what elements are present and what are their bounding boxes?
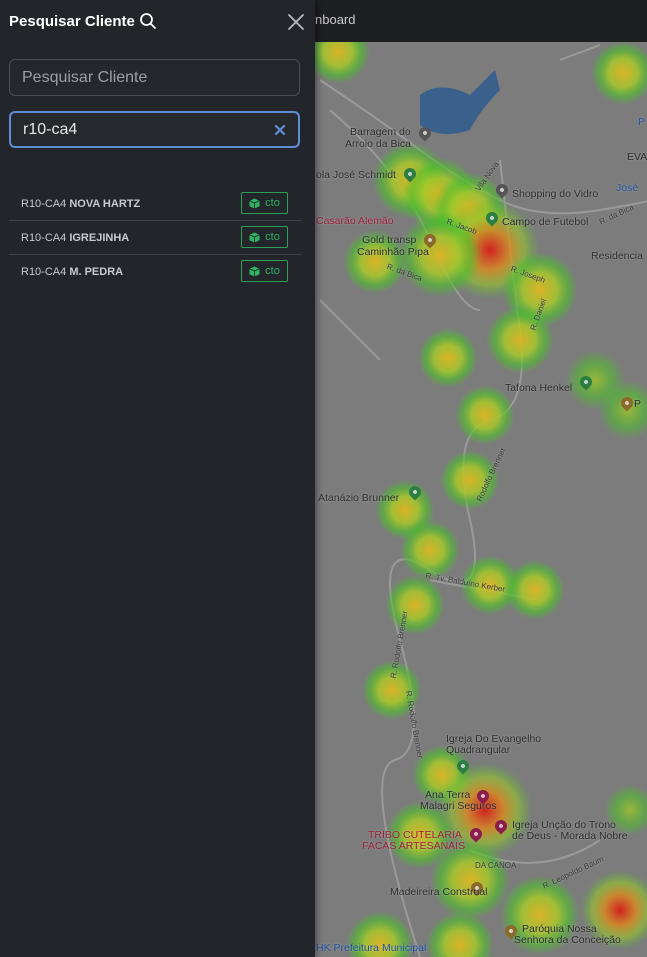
dashboard-tab-label[interactable]: nboard [315, 12, 355, 27]
map-label: Malagri Seguros [420, 800, 497, 812]
search-client-field[interactable] [9, 59, 300, 96]
search-client-input[interactable] [22, 60, 272, 95]
map-label: Senhora da Conceição [514, 934, 621, 946]
map-label: Quadrangular [446, 744, 511, 756]
map-label: José [616, 182, 639, 194]
list-item[interactable]: R10-CA4 IGREJINHA cto [9, 221, 302, 255]
map-label: Shopping do Vidro [512, 188, 599, 200]
map-label: FACAS ARTESANAIS [362, 840, 466, 852]
panel-header: Pesquisar Cliente [9, 12, 157, 30]
map-label: Arroio da Bica [345, 138, 411, 150]
map-label: EVA [627, 151, 647, 163]
map-label: Caminhão Pipa [357, 246, 429, 258]
map-label: P [634, 398, 642, 410]
cto-label: cto [265, 265, 280, 277]
map-label: P [638, 116, 646, 128]
search-client-panel: Pesquisar Cliente R10-CA4 NOVA HARTZ cto… [0, 0, 315, 957]
map-label: HK Prefeitura Municipal [316, 942, 427, 954]
cto-button[interactable]: cto [241, 226, 288, 248]
cube-icon [249, 265, 260, 277]
map-label: Gold transp [362, 234, 417, 246]
cube-icon [249, 231, 260, 243]
map-label: ola José Schmidt [316, 169, 396, 181]
result-label: R10-CA4 NOVA HARTZ [21, 198, 141, 210]
map-label: Barragem do [350, 126, 411, 138]
result-label: R10-CA4 M. PEDRA [21, 266, 124, 278]
panel-title: Pesquisar Cliente [9, 12, 135, 30]
map-label: de Deus - Morada Nobre [512, 830, 628, 842]
cto-button[interactable]: cto [241, 192, 288, 214]
map-label: DA CANOA [475, 861, 517, 870]
map-label: Madeireira Construal [390, 886, 488, 898]
cube-icon [249, 197, 260, 209]
list-item[interactable]: R10-CA4 NOVA HARTZ cto [9, 187, 302, 221]
clear-icon[interactable] [273, 123, 287, 137]
map-label: Campo de Futebol [502, 216, 589, 228]
list-item[interactable]: R10-CA4 M. PEDRA cto [9, 255, 302, 289]
cto-label: cto [265, 197, 280, 209]
cto-label: cto [265, 231, 280, 243]
filter-input[interactable] [23, 113, 273, 146]
map-label: Residencia [591, 250, 643, 262]
results-list: R10-CA4 NOVA HARTZ cto R10-CA4 IGREJINHA… [9, 187, 302, 289]
cto-button[interactable]: cto [241, 260, 288, 282]
result-label: R10-CA4 IGREJINHA [21, 232, 130, 244]
map-label: Casarão Alemão [316, 215, 394, 227]
filter-field[interactable] [9, 111, 300, 148]
map-label: Atanázio Brunner [318, 492, 400, 504]
search-icon [139, 13, 156, 29]
close-icon[interactable] [286, 12, 306, 32]
map-label: Tafona Henkel [505, 382, 573, 394]
